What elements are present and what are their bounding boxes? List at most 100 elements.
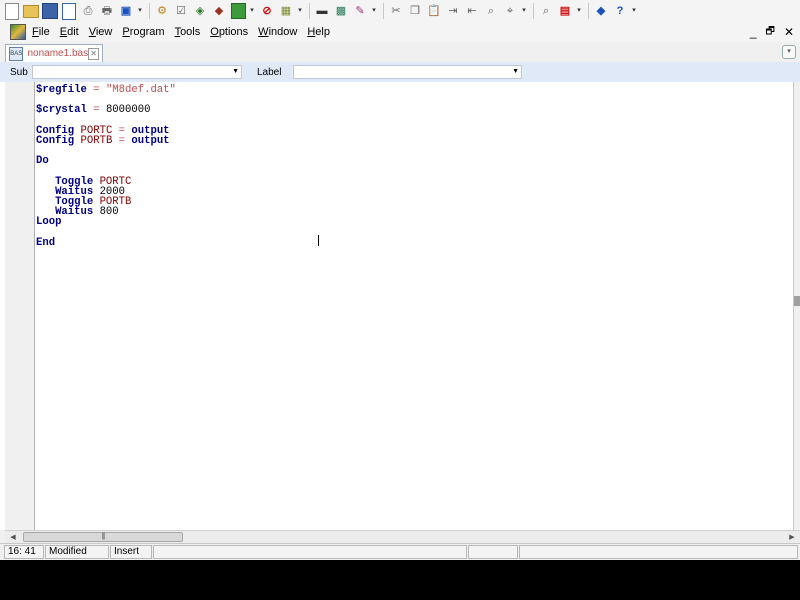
editor-gutter[interactable] [5,82,35,530]
app-logo-icon[interactable] [10,24,26,40]
code-token: $crystal [36,104,87,117]
status-bar: 16: 41 Modified Insert [0,543,800,560]
cut-icon[interactable]: ✂ [388,3,404,19]
code-token: Do [36,155,49,168]
code-line[interactable]: Config PORTB = output [36,134,176,147]
toolbar-divider [309,3,310,19]
scroll-thumb[interactable]: ||| [23,532,183,542]
graphic-icon[interactable]: ▩ [333,3,349,19]
code-token: 800 [93,206,119,219]
replace-icon[interactable]: ⌖ [502,3,518,19]
find-icon[interactable]: ⌕ [483,3,499,19]
chevron-down-icon[interactable]: ▾ [631,3,637,19]
menu-options[interactable]: Options [210,26,248,38]
code-token: $regfile [36,84,87,96]
code-line[interactable] [36,228,176,238]
scroll-left-icon[interactable]: ◀ [7,532,19,543]
font-icon[interactable]: ✎ [352,3,368,19]
restore-icon[interactable]: 🗗 [766,24,775,41]
menu-view[interactable]: View [89,26,113,38]
code-line[interactable]: End [36,236,176,249]
label-dropdown[interactable]: ▼ [293,65,522,79]
scroll-right-icon[interactable]: ▶ [786,532,798,543]
new-file-icon[interactable] [4,2,20,20]
code-token: = [112,134,132,147]
save-icon[interactable] [42,3,58,19]
code-token: Config [36,134,75,147]
pdf-icon[interactable]: ▤ [557,3,573,19]
menu-bar: File Edit View Program Tools Options Win… [0,22,800,42]
find-next-icon[interactable]: ⌕ [538,3,554,19]
menu-edit[interactable]: Edit [60,26,79,38]
program-chip-icon[interactable]: ◈ [192,3,208,19]
lcd-icon[interactable]: ▬ [314,3,330,19]
help-icon[interactable]: ? [612,3,628,19]
save-all-icon[interactable] [61,2,77,20]
print-icon[interactable]: 🖶 [99,3,115,19]
close-icon[interactable]: ✕ [784,25,794,39]
indent-icon[interactable]: ⇥ [445,3,461,19]
tab-close-icon[interactable]: ✕ [88,47,99,60]
menu-program[interactable]: Program [122,26,164,38]
bookmark-icon[interactable]: ◆ [593,3,609,19]
syntax-check-icon[interactable]: ☑ [173,3,189,19]
minimize-icon[interactable]: _ [750,25,757,39]
chevron-down-icon[interactable]: ▾ [137,3,143,19]
tab-label: noname1.bas [27,48,89,59]
toolbar-divider [588,3,589,19]
simulate-icon[interactable] [230,3,246,19]
chevron-down-icon[interactable]: ▾ [521,3,527,19]
menu-window[interactable]: Window [258,26,297,38]
sub-dropdown[interactable]: ▼ [32,65,242,79]
paste-icon[interactable]: 📋 [426,3,442,19]
code-token: = [86,104,106,117]
code-token: Loop [36,216,62,229]
label-label: Label [257,66,282,78]
menu-help[interactable]: Help [307,26,330,38]
modified-status: Modified [45,545,109,559]
code-token: End [36,236,56,249]
chevron-down-icon[interactable]: ▼ [232,66,239,78]
copy-icon[interactable]: ❐ [407,3,423,19]
code-token: "M8def.dat" [105,84,176,96]
compile-icon[interactable]: ⚙ [154,3,170,19]
chevron-down-icon[interactable]: ▾ [371,3,377,19]
cursor-position: 16: 41 [4,545,44,559]
module-icon[interactable]: ▣ [118,3,134,19]
tab-noname1[interactable]: BAS noname1.bas ✕ [5,44,103,62]
code-line[interactable] [36,146,176,156]
horizontal-scrollbar[interactable]: ◀ ||| ▶ [5,530,800,543]
toolbar-divider [533,3,534,19]
open-folder-icon[interactable] [23,3,39,19]
vertical-scrollbar[interactable] [793,82,800,530]
print-preview-icon[interactable]: ⎙ [80,3,96,19]
chevron-down-icon[interactable]: ▾ [249,3,255,19]
code-editor[interactable]: $regfile = "M8def.dat" $crystal = 8000000… [0,82,800,530]
menu-tools[interactable]: Tools [175,26,201,38]
chevron-down-icon[interactable]: ▼ [512,66,519,78]
code-line[interactable]: $regfile = "M8def.dat" [36,84,176,96]
status-panel-info [519,545,798,559]
status-panel-message [153,545,467,559]
code-token: output [131,134,170,147]
stop-icon[interactable]: ⊘ [259,3,275,19]
scroll-marker [794,296,800,306]
tab-list-chevron-icon[interactable]: ▾ [782,45,796,59]
sub-label: Sub [10,66,28,78]
status-panel-extra [468,545,518,559]
chevron-down-icon[interactable]: ▾ [297,3,303,19]
code-token: 8000000 [105,104,151,117]
code-line[interactable]: Loop [36,216,176,229]
code-token: PORTB [74,134,113,147]
text-caret [318,235,319,246]
chevron-down-icon[interactable]: ▾ [576,3,582,19]
main-toolbar: ⎙ 🖶 ▣ ▾ ⚙ ☑ ◈ ◆ ▾ ⊘ ▦ ▾ ▬ ▩ ✎ ▾ ✂ ❐ 📋 ⇥ … [0,0,800,22]
chip-icon[interactable]: ▦ [278,3,294,19]
menu-file[interactable]: File [32,26,50,38]
unindent-icon[interactable]: ⇤ [464,3,480,19]
terminal-icon[interactable]: ◆ [211,3,227,19]
code-line[interactable]: $crystal = 8000000 [36,104,176,117]
navigation-bar: Sub ▼ Label ▼ [0,62,800,82]
code-line[interactable]: Do [36,155,176,168]
code-area[interactable]: $regfile = "M8def.dat" $crystal = 8000000… [36,85,176,248]
